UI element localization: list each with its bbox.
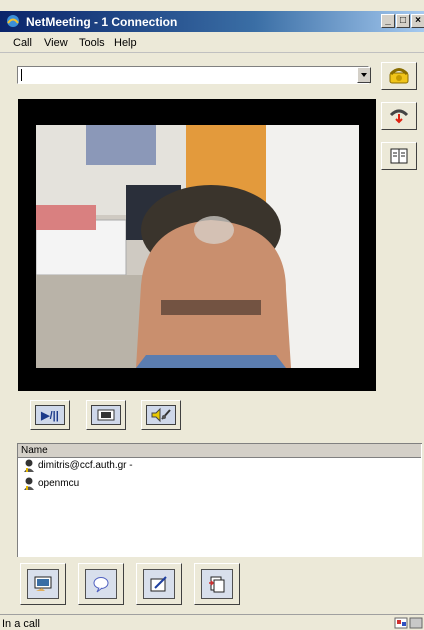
text-caret (21, 69, 22, 81)
menu-help[interactable]: Help (114, 37, 137, 49)
volume-settings-button[interactable] (141, 400, 181, 430)
picture-in-picture-icon (97, 409, 115, 421)
call-status: In a call (2, 618, 40, 630)
menu-call[interactable]: Call (13, 37, 32, 49)
chat-icon (93, 577, 109, 593)
end-call-icon (389, 109, 409, 124)
directory-icon (390, 148, 408, 164)
whiteboard-icon (150, 576, 167, 592)
title-bar: NetMeeting - 1 Connection _ □ × (0, 11, 424, 32)
share-program-icon (34, 576, 52, 591)
minimize-button[interactable]: _ (381, 14, 395, 28)
file-transfer-button[interactable] (194, 563, 240, 605)
status-icons (394, 617, 423, 629)
menu-view[interactable]: View (44, 37, 68, 49)
end-call-button[interactable] (381, 102, 417, 130)
participant-name: dimitris@ccf.auth.gr - (38, 460, 133, 471)
address-dropdown-button[interactable] (357, 67, 371, 83)
file-transfer-icon (209, 576, 225, 593)
chat-button[interactable] (78, 563, 124, 605)
person-icon (24, 477, 34, 490)
remote-video (36, 125, 359, 368)
participants-list[interactable]: Name dimitris@ccf.auth.gr - openmcu (17, 443, 422, 557)
list-item[interactable]: openmcu (23, 476, 79, 492)
place-call-icon (389, 68, 409, 84)
person-icon (24, 459, 34, 472)
close-button[interactable]: × (411, 14, 424, 28)
play-pause-icon: ▶/|| (41, 409, 59, 422)
directory-button[interactable] (381, 142, 417, 170)
whiteboard-button[interactable] (136, 563, 182, 605)
netmeeting-logo-icon (7, 15, 19, 27)
chevron-down-icon (361, 73, 367, 77)
maximize-button[interactable]: □ (396, 14, 410, 28)
status-bar: In a call (0, 614, 424, 630)
volume-settings-icon (151, 407, 171, 423)
play-pause-button[interactable]: ▶/|| (30, 400, 70, 430)
participant-name: openmcu (38, 478, 80, 489)
place-call-button[interactable] (381, 62, 417, 90)
video-picture (36, 125, 359, 368)
menu-bar: Call View Tools Help (0, 34, 424, 53)
window-title: NetMeeting - 1 Connection (26, 15, 178, 29)
share-program-button[interactable] (20, 563, 66, 605)
list-item[interactable]: dimitris@ccf.auth.gr - (23, 458, 133, 474)
menu-tools[interactable]: Tools (79, 37, 105, 49)
picture-in-picture-button[interactable] (86, 400, 126, 430)
column-header-name[interactable]: Name (18, 444, 421, 458)
address-input[interactable] (17, 66, 369, 84)
